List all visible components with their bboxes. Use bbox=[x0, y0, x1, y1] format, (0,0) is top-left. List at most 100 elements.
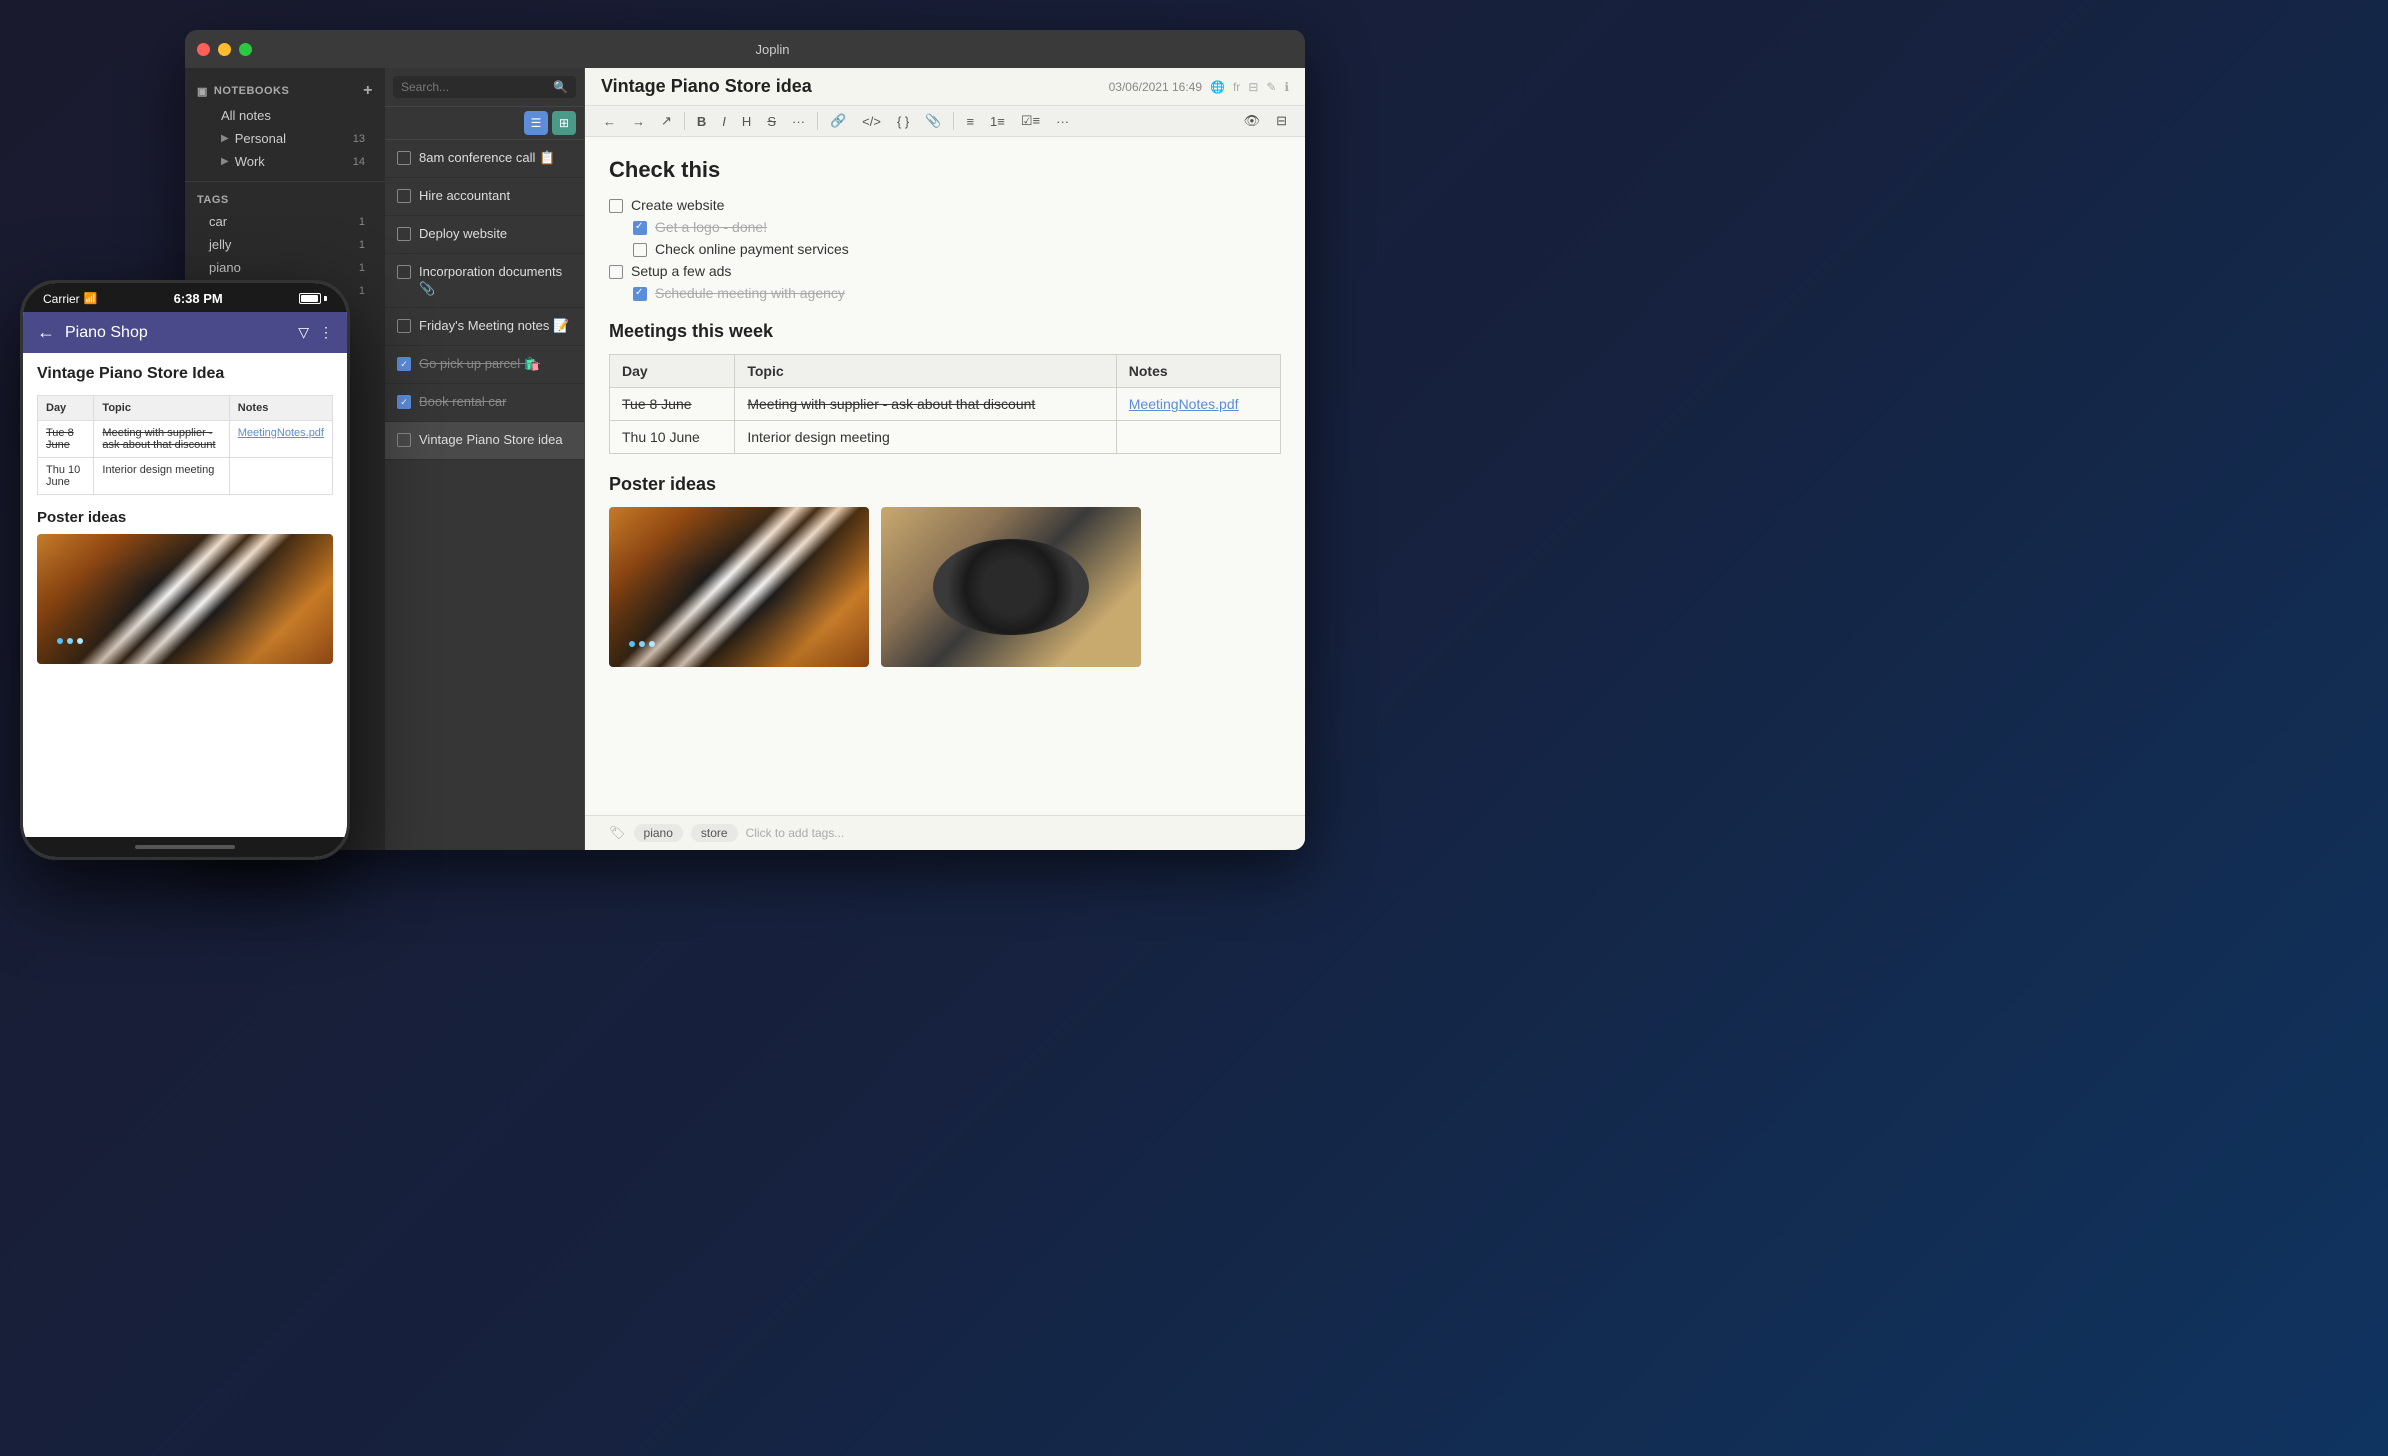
search-input[interactable] bbox=[401, 80, 547, 94]
note-item-friday[interactable]: Friday's Meeting notes 📝 bbox=[385, 308, 584, 346]
phone-content[interactable]: Vintage Piano Store Idea Day Topic Notes… bbox=[23, 353, 347, 837]
note-checkbox-conference[interactable] bbox=[397, 151, 411, 165]
note-item-conference[interactable]: 8am conference call 📋 bbox=[385, 140, 584, 178]
more-toolbar-button[interactable]: ··· bbox=[1050, 111, 1075, 132]
note-item-hire[interactable]: Hire accountant bbox=[385, 178, 584, 216]
maximize-button[interactable] bbox=[239, 43, 252, 56]
sidebar-item-tag-jelly[interactable]: jelly 1 bbox=[197, 233, 373, 256]
note-checkbox-hire[interactable] bbox=[397, 189, 411, 203]
minimize-button[interactable] bbox=[218, 43, 231, 56]
check-item-schedule: Schedule meeting with agency bbox=[633, 285, 1281, 301]
note-item-rental[interactable]: Book rental car bbox=[385, 384, 584, 422]
editor-meta-icons: 🌐 fr ⊟ ✎ ℹ bbox=[1210, 80, 1289, 94]
add-notebook-button[interactable]: + bbox=[363, 82, 373, 100]
note-item-incorporation[interactable]: Incorporation documents 📎 bbox=[385, 254, 584, 309]
editor-area: Vintage Piano Store idea 03/06/2021 16:4… bbox=[585, 68, 1305, 850]
sidebar-item-work[interactable]: ▶ Work 14 bbox=[197, 150, 373, 173]
phone-image-dots bbox=[57, 638, 83, 644]
layout-icon[interactable]: ⊟ bbox=[1248, 80, 1258, 94]
phone-more-icon[interactable]: ⋮ bbox=[319, 324, 333, 341]
external-link-button[interactable]: ↗ bbox=[655, 110, 678, 132]
back-button[interactable]: ← bbox=[597, 111, 622, 132]
note-item-deploy[interactable]: Deploy website bbox=[385, 216, 584, 254]
tag-pill-store[interactable]: store bbox=[691, 824, 738, 842]
close-button[interactable] bbox=[197, 43, 210, 56]
checkbox-logo[interactable] bbox=[633, 221, 647, 235]
note-item-vintage-piano[interactable]: Vintage Piano Store idea bbox=[385, 422, 584, 460]
checkbox-ads[interactable] bbox=[609, 265, 623, 279]
phone-nav-bar: ← Piano Shop ▽ ⋮ bbox=[23, 312, 347, 353]
note-checkbox-rental[interactable] bbox=[397, 395, 411, 409]
window-title: Joplin bbox=[252, 42, 1293, 57]
tag-car-label: car bbox=[209, 214, 227, 229]
view-toggle-grid-button[interactable]: ⊞ bbox=[552, 111, 576, 135]
battery-bar bbox=[299, 293, 321, 304]
attachment-button[interactable]: 📎 bbox=[919, 110, 947, 132]
home-indicator bbox=[135, 845, 235, 849]
info-icon[interactable]: ℹ bbox=[1284, 80, 1289, 94]
italic-button[interactable]: I bbox=[716, 111, 732, 132]
note-checkbox-incorporation[interactable] bbox=[397, 265, 411, 279]
col-topic: Topic bbox=[735, 355, 1116, 388]
inline-code-button[interactable]: </> bbox=[856, 111, 887, 132]
meetings-table: Day Topic Notes Tue 8 June Meeting with … bbox=[609, 354, 1281, 454]
edit-icon[interactable]: ✎ bbox=[1266, 80, 1276, 94]
sidebar-item-all-notes[interactable]: All notes bbox=[197, 104, 373, 127]
tag-jelly-label: jelly bbox=[209, 237, 231, 252]
phone-back-button[interactable]: ← bbox=[37, 322, 55, 343]
meeting-notes-link[interactable]: MeetingNotes.pdf bbox=[1129, 396, 1239, 412]
checkbox-website[interactable] bbox=[609, 199, 623, 213]
work-label: Work bbox=[235, 154, 265, 169]
checklist-button[interactable]: ☑≡ bbox=[1015, 110, 1046, 132]
phone-filter-icon[interactable]: ▽ bbox=[298, 324, 309, 341]
editor-content[interactable]: Check this Create website Get a logo - d… bbox=[585, 137, 1305, 815]
phone-col-topic: Topic bbox=[94, 396, 229, 421]
note-checkbox-friday[interactable] bbox=[397, 319, 411, 333]
split-view-button[interactable]: ⊟ bbox=[1270, 110, 1293, 132]
toolbar-separator-3 bbox=[953, 112, 954, 130]
phone-nav-title: Piano Shop bbox=[65, 324, 148, 342]
tag-add-button[interactable]: Click to add tags... bbox=[746, 826, 845, 840]
tag-pill-piano[interactable]: piano bbox=[634, 824, 683, 842]
col-notes: Notes bbox=[1116, 355, 1280, 388]
forward-button[interactable]: → bbox=[626, 111, 651, 132]
highlight-button[interactable]: H bbox=[736, 111, 757, 132]
strikethrough-button[interactable]: S bbox=[761, 111, 782, 132]
note-list-toolbar: ☰ ⊞ bbox=[385, 107, 584, 140]
phone-table-row-1: Tue 8 June Meeting with supplier - ask a… bbox=[38, 421, 333, 458]
checkbox-payment[interactable] bbox=[633, 243, 647, 257]
bold-button[interactable]: B bbox=[691, 111, 712, 132]
tags-header: TAGS bbox=[197, 194, 373, 206]
view-toggle-list-button[interactable]: ☰ bbox=[524, 111, 548, 135]
phone-meetings-table: Day Topic Notes Tue 8 June Meeting with … bbox=[37, 395, 333, 495]
note-title-incorporation: Incorporation documents 📎 bbox=[419, 264, 572, 298]
note-item-pickup[interactable]: Go pick up parcel 🛍️ bbox=[385, 346, 584, 384]
phone-cell-day-2: Thu 10 June bbox=[38, 458, 94, 495]
note-checkbox-vintage-piano[interactable] bbox=[397, 433, 411, 447]
toolbar-separator-1 bbox=[684, 112, 685, 130]
sidebar-item-personal[interactable]: ▶ Personal 13 bbox=[197, 127, 373, 150]
note-checkbox-deploy[interactable] bbox=[397, 227, 411, 241]
cell-topic-2: Interior design meeting bbox=[735, 421, 1116, 454]
ordered-list-button[interactable]: 1≡ bbox=[984, 111, 1011, 132]
unordered-list-button[interactable]: ≡ bbox=[960, 111, 980, 132]
more-format-button[interactable]: ··· bbox=[786, 111, 811, 132]
note-list: 🔍 ☰ ⊞ 8am conference call 📋 Hire account… bbox=[385, 68, 585, 850]
checkbox-schedule[interactable] bbox=[633, 287, 647, 301]
language-label: fr bbox=[1233, 80, 1240, 94]
wifi-icon: 📶 bbox=[84, 292, 98, 305]
dot-2 bbox=[639, 641, 645, 647]
search-box[interactable]: 🔍 bbox=[393, 76, 576, 98]
sidebar-item-tag-piano[interactable]: piano 1 bbox=[197, 256, 373, 279]
phone-cell-notes-1: MeetingNotes.pdf bbox=[229, 421, 332, 458]
phone-dot-3 bbox=[77, 638, 83, 644]
phone-nav-icons: ▽ ⋮ bbox=[298, 324, 333, 341]
phone-meeting-notes-link[interactable]: MeetingNotes.pdf bbox=[238, 427, 324, 439]
sidebar-item-tag-car[interactable]: car 1 bbox=[197, 210, 373, 233]
preview-button[interactable]: 👁 bbox=[1238, 110, 1267, 132]
poster-image-piano bbox=[609, 507, 869, 667]
link-button[interactable]: 🔗 bbox=[824, 110, 852, 132]
code-block-button[interactable]: { } bbox=[891, 111, 915, 132]
note-checkbox-pickup[interactable] bbox=[397, 357, 411, 371]
ci-text-logo: Get a logo - done! bbox=[655, 219, 767, 235]
